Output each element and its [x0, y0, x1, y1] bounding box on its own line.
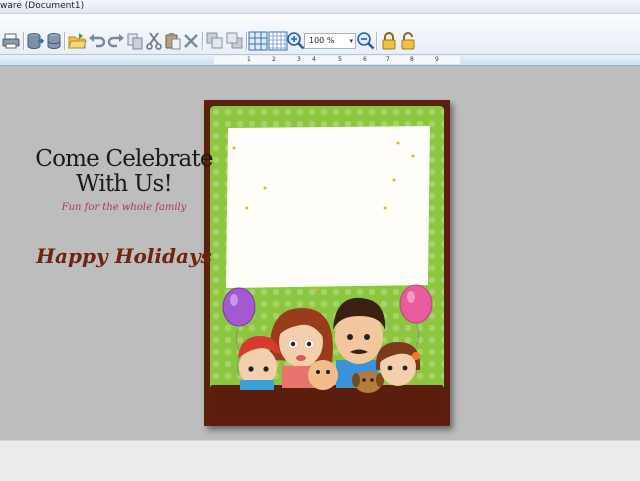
paste-icon[interactable] — [163, 31, 183, 51]
toolbar: 100 % ▾ — [0, 14, 640, 55]
grid-icon[interactable] — [248, 31, 268, 51]
snap-grid-icon[interactable] — [268, 31, 288, 51]
card-frame — [210, 106, 444, 420]
zoom-value: 100 % — [309, 36, 335, 45]
lock-icon[interactable] — [379, 31, 399, 51]
zoom-select[interactable]: 100 % ▾ — [304, 33, 356, 49]
ruler-label: 2 — [272, 56, 276, 63]
card-greeting: Happy Holidays — [36, 244, 212, 268]
zoom-out-icon[interactable] — [356, 31, 376, 51]
card-heading: Come Celebrate — [35, 146, 213, 172]
database-export-icon[interactable] — [25, 31, 45, 51]
ruler-label: 1 — [247, 56, 251, 63]
card-subtitle: Fun for the whole family — [61, 202, 187, 213]
chevron-down-icon[interactable]: ▾ — [349, 34, 353, 48]
ruler-label: 7 — [386, 56, 390, 63]
undo-icon[interactable] — [87, 31, 107, 51]
open-folder-icon[interactable] — [67, 31, 87, 51]
title-bar: ware (Document1) — [0, 0, 640, 14]
zoom-in-icon[interactable] — [286, 31, 306, 51]
ruler-label: 8 — [410, 56, 414, 63]
ruler-label: 5 — [338, 56, 342, 63]
print-icon[interactable] — [1, 31, 21, 51]
bring-forward-icon[interactable] — [205, 31, 225, 51]
ruler-track: 1 2 3 4 5 6 7 8 9 — [214, 56, 460, 64]
copy-icon[interactable] — [125, 31, 145, 51]
status-bar — [0, 440, 640, 481]
send-backward-icon[interactable] — [225, 31, 245, 51]
ruler-label: 3 — [297, 56, 301, 63]
ruler: 1 2 3 4 5 6 7 8 9 — [0, 55, 640, 66]
card-heading: With Us! — [76, 171, 173, 197]
cut-icon[interactable] — [144, 31, 164, 51]
ruler-label: 9 — [435, 56, 439, 63]
redo-icon[interactable] — [106, 31, 126, 51]
database-icon[interactable] — [44, 31, 64, 51]
unlock-icon[interactable] — [398, 31, 418, 51]
ruler-label: 4 — [312, 56, 316, 63]
ruler-label: 6 — [363, 56, 367, 63]
window-title: ware (Document1) — [0, 1, 85, 11]
greeting-card[interactable] — [204, 100, 450, 426]
delete-icon[interactable] — [181, 31, 201, 51]
